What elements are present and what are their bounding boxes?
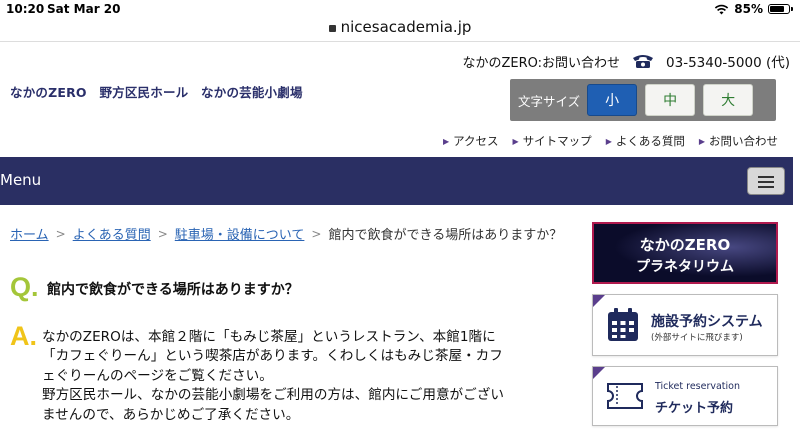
ticket-english-label: Ticket reservation — [655, 381, 741, 392]
ticket-japanese-label: チケット予約 — [655, 401, 734, 416]
link-access[interactable]: ▶ アクセス — [443, 133, 499, 149]
corner-accent — [593, 295, 605, 307]
answer-line: ェぐりーんのページをご覧ください。 — [42, 367, 273, 384]
corner-accent — [593, 367, 605, 379]
status-bar: 10:20 Sat Mar 20 85% — [0, 0, 800, 20]
utility-links: ▶ アクセス ▶ サイトマップ ▶ よくある質問 ▶ お問い合わせ — [443, 133, 778, 149]
reservation-title: 施設予約システム — [651, 314, 763, 330]
chevron-right-icon: > — [55, 226, 66, 241]
triangle-right-icon: ▶ — [698, 137, 705, 146]
chevron-right-icon: > — [311, 226, 322, 241]
font-size-large-button[interactable]: 大 — [703, 84, 754, 116]
answer-line: 「カフェぐりーん」という喫茶店があります。くわしくはもみじ茶屋・カフ — [42, 348, 503, 365]
menu-label[interactable]: Menu — [0, 171, 41, 189]
battery-icon — [768, 4, 793, 14]
phone-number[interactable]: 03-5340-5000 (代) — [666, 51, 790, 71]
breadcrumb-current: 館内で飲食ができる場所はありますか？ — [328, 228, 563, 243]
breadcrumb-faq[interactable]: よくある質問 — [73, 224, 151, 243]
link-contact[interactable]: ▶ お問い合わせ — [699, 133, 778, 149]
answer-line: 野方区民ホール、なかの芸能小劇場をご利用の方は、館内にご用意がござい — [42, 387, 504, 404]
answer-line: ませんので、あらかじめご了承ください。 — [42, 406, 300, 423]
chevron-right-icon: > — [157, 226, 168, 241]
status-time: 10:20 — [6, 2, 45, 16]
calendar-icon — [608, 308, 638, 341]
wifi-icon — [715, 4, 729, 14]
hamburger-menu-icon[interactable] — [747, 167, 785, 195]
address-bar[interactable]: nicesacademia.jp — [0, 18, 800, 42]
breadcrumb: ホーム > よくある質問 > 駐車場・設備について > 館内で飲食ができる場所は… — [10, 224, 563, 244]
font-size-switcher: 文字サイズ 小 中 大 — [510, 79, 776, 121]
reservation-note: (外部サイトに飛びます) — [651, 333, 743, 343]
font-size-small-button[interactable]: 小 — [587, 84, 638, 116]
status-date: Sat Mar 20 — [47, 2, 121, 16]
font-size-label: 文字サイズ — [518, 93, 581, 109]
battery-percent: 85% — [734, 2, 763, 16]
planetarium-line1: なかのZERO — [639, 236, 731, 254]
url-text: nicesacademia.jp — [340, 18, 472, 36]
lock-icon — [328, 25, 336, 32]
link-sitemap[interactable]: ▶ サイトマップ — [513, 133, 592, 149]
contact-label: なかのZERO:お問い合わせ — [462, 55, 621, 71]
triangle-right-icon: ▶ — [442, 137, 450, 146]
answer-mark-label: A. — [10, 321, 37, 351]
link-faq[interactable]: ▶ よくある質問 — [606, 133, 685, 149]
telephone-icon — [633, 55, 654, 68]
ticket-reservation-banner[interactable]: Ticket reservation チケット予約 — [592, 366, 778, 426]
status-right: 85% — [714, 2, 793, 16]
question-mark-label: Q. — [10, 272, 39, 302]
breadcrumb-parking-facilities[interactable]: 駐車場・設備について — [175, 224, 305, 243]
triangle-right-icon: ▶ — [605, 137, 612, 146]
triangle-right-icon: ▶ — [512, 137, 519, 146]
planetarium-banner[interactable]: なかのZERO プラネタリウム — [592, 222, 778, 284]
question-text: 館内で飲食ができる場所はありますか？ — [47, 282, 299, 298]
planetarium-line2: プラネタリウム — [636, 259, 734, 275]
answer-text: なかのZEROは、本館２階に「もみじ茶屋」というレストラン、本館1階に 「カフェ… — [42, 328, 572, 425]
facility-reservation-banner[interactable]: 施設予約システム (外部サイトに飛びます) — [592, 294, 778, 356]
font-size-medium-button[interactable]: 中 — [645, 84, 696, 116]
breadcrumb-home[interactable]: ホーム — [10, 224, 49, 243]
site-title[interactable]: なかのZERO 野方区民ホール なかの芸能小劇場 — [10, 82, 303, 101]
ticket-icon — [607, 383, 643, 409]
menu-bar: Menu — [0, 157, 793, 205]
answer-line: なかのZEROは、本館２階に「もみじ茶屋」というレストラン、本館1階に — [42, 329, 496, 345]
contact-info: なかのZERO:お問い合わせ 03-5340-5000 (代) — [462, 51, 790, 71]
